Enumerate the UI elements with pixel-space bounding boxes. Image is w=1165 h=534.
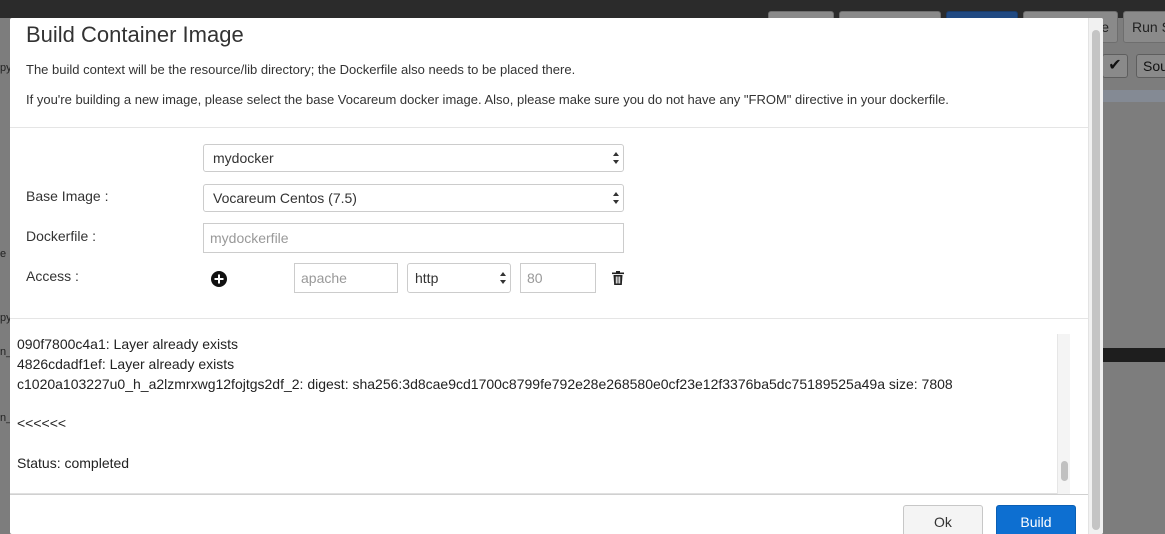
access-name-input[interactable]: apache — [294, 263, 398, 293]
build-container-image-dialog: Build Container Image The build context … — [10, 18, 1103, 534]
background-stripe — [1100, 90, 1165, 102]
log-scrollbar-thumb[interactable] — [1061, 461, 1068, 481]
section-divider — [10, 318, 1088, 319]
dialog-description-context: The build context will be the resource/l… — [26, 62, 576, 77]
base-image-label: Base Image : — [26, 188, 109, 204]
dialog-description-base-image: If you're building a new image, please s… — [26, 92, 949, 107]
background-fragment: e — [0, 248, 7, 260]
access-label: Access : — [26, 268, 79, 284]
dialog-header: Build Container Image The build context … — [10, 18, 1088, 128]
background-dark-band — [1098, 348, 1165, 362]
log-scrollbar[interactable] — [1057, 334, 1070, 494]
access-protocol-value: http — [415, 270, 439, 286]
select-arrows-icon — [500, 272, 506, 284]
dockerfile-input[interactable]: mydockerfile — [203, 223, 624, 253]
access-port-input[interactable]: 80 — [520, 263, 596, 293]
dockerfile-label: Dockerfile : — [26, 228, 97, 244]
select-arrows-icon — [613, 192, 619, 204]
background-checkbox-icon: ✔ — [1102, 54, 1128, 78]
add-access-icon[interactable] — [211, 271, 227, 287]
build-log[interactable]: 090f7800c4a1: Layer already exists 4826c… — [10, 334, 1070, 494]
access-protocol-select[interactable]: http — [407, 263, 511, 293]
delete-access-icon[interactable] — [612, 271, 624, 285]
log-status-line: Status: completed — [17, 455, 130, 471]
log-line: c1020a103227u0_h_a2lzmrxwg12fojtgs2df_2:… — [17, 376, 953, 392]
base-image-value: Vocareum Centos (7.5) — [213, 190, 357, 206]
dialog-title: Build Container Image — [26, 22, 244, 47]
background-sou-button: Sou — [1136, 54, 1165, 78]
log-line: <<<<<< — [17, 415, 67, 431]
log-line: 4826cdadf1ef: Layer already exists — [17, 356, 235, 372]
ok-button[interactable]: Ok — [903, 505, 983, 534]
dialog-scrollbar[interactable] — [1088, 18, 1103, 534]
image-select-value: mydocker — [213, 150, 274, 166]
build-button[interactable]: Build — [996, 505, 1076, 534]
log-line: 090f7800c4a1: Layer already exists — [17, 336, 239, 352]
base-image-select[interactable]: Vocareum Centos (7.5) — [203, 184, 624, 212]
background-run-button: Run S — [1123, 11, 1165, 43]
image-select[interactable]: mydocker — [203, 144, 624, 172]
dialog-footer-divider — [10, 494, 1088, 495]
select-arrows-icon — [613, 152, 619, 164]
dialog-scrollbar-thumb[interactable] — [1092, 30, 1100, 530]
